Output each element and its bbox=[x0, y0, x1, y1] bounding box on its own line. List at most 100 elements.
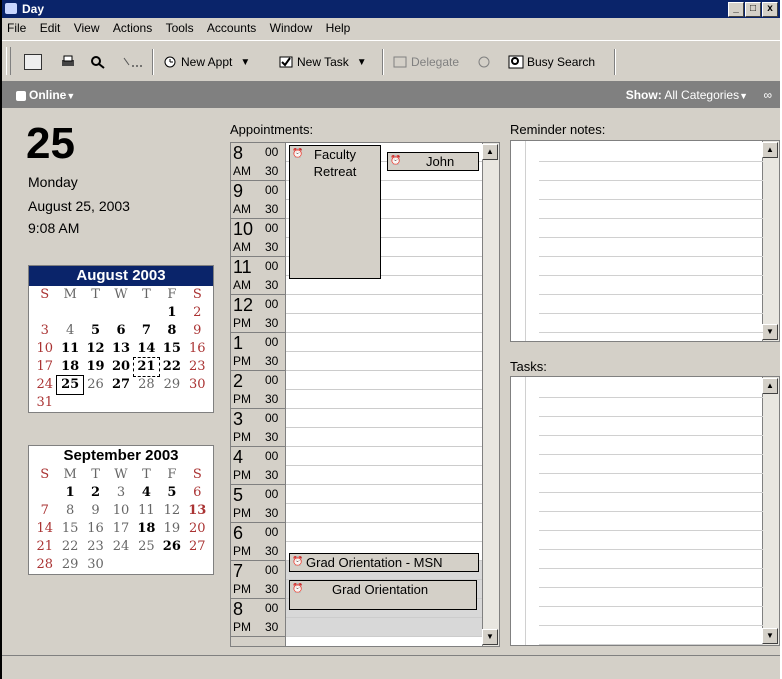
calendar-day[interactable]: 5 bbox=[159, 484, 184, 502]
close-button[interactable]: x bbox=[762, 2, 778, 17]
calendar-day[interactable]: 15 bbox=[159, 340, 184, 358]
menu-view[interactable]: View bbox=[69, 18, 105, 38]
new-task-button[interactable]: New Task ▼ bbox=[278, 51, 367, 73]
calendar-day[interactable]: 21 bbox=[32, 538, 57, 556]
calendar-day[interactable]: 28 bbox=[134, 376, 159, 394]
calendar-day[interactable]: 12 bbox=[159, 502, 184, 520]
calendar-day[interactable]: 28 bbox=[32, 556, 57, 574]
time-slot[interactable] bbox=[286, 371, 483, 390]
time-slot[interactable] bbox=[286, 618, 483, 637]
calendar-day[interactable]: 24 bbox=[32, 376, 57, 394]
calendar-day[interactable]: 19 bbox=[159, 520, 184, 538]
menu-file[interactable]: File bbox=[2, 18, 31, 38]
calendar-day[interactable]: 29 bbox=[57, 556, 82, 574]
menu-window[interactable]: Window bbox=[265, 18, 318, 38]
calendar-day[interactable]: 11 bbox=[57, 340, 82, 358]
calendar-day[interactable]: 23 bbox=[83, 538, 108, 556]
calendar-day[interactable]: 27 bbox=[185, 538, 210, 556]
appointment-faculty-retreat[interactable]: ⏰ Faculty Retreat bbox=[289, 145, 381, 279]
calendar-day[interactable]: 24 bbox=[108, 538, 133, 556]
appointments-scrollbar[interactable]: ▲ ▼ bbox=[482, 143, 499, 646]
calendar-day[interactable]: 7 bbox=[134, 322, 159, 340]
appointment-john[interactable]: ⏰ John bbox=[387, 152, 479, 171]
calendar-day[interactable]: 13 bbox=[185, 502, 210, 520]
calendar-day[interactable]: 13 bbox=[108, 340, 133, 358]
calendar-day[interactable]: 5 bbox=[83, 322, 108, 340]
time-slot[interactable] bbox=[286, 466, 483, 485]
calendar-day[interactable]: 23 bbox=[185, 358, 210, 376]
calendar-day[interactable]: 30 bbox=[83, 556, 108, 574]
toolbar-grip[interactable] bbox=[6, 47, 11, 75]
calendar-day[interactable]: 6 bbox=[185, 484, 210, 502]
show-categories[interactable]: Show: All Categories▼ bbox=[626, 82, 748, 109]
menu-help[interactable]: Help bbox=[321, 18, 356, 38]
scroll-down-icon[interactable]: ▼ bbox=[482, 629, 498, 645]
maximize-button[interactable]: □ bbox=[745, 2, 761, 17]
time-slot[interactable] bbox=[286, 295, 483, 314]
calendar-day[interactable]: 4 bbox=[134, 484, 159, 502]
calendar-day[interactable]: 1 bbox=[57, 484, 82, 502]
new-appt-button[interactable]: New Appt ▼ bbox=[162, 51, 250, 73]
scroll-up-icon[interactable]: ▲ bbox=[762, 142, 778, 158]
time-slot[interactable] bbox=[286, 314, 483, 333]
appointment-grad-orientation[interactable]: ⏰ Grad Orientation bbox=[289, 580, 477, 610]
calendar-day[interactable]: 7 bbox=[32, 502, 57, 520]
calendar-day[interactable]: 9 bbox=[83, 502, 108, 520]
calendar-day[interactable]: 16 bbox=[83, 520, 108, 538]
calendar-day[interactable]: 17 bbox=[108, 520, 133, 538]
calendar-day[interactable]: 14 bbox=[134, 340, 159, 358]
calendar-day[interactable]: 2 bbox=[83, 484, 108, 502]
alarm-button[interactable] bbox=[476, 51, 495, 73]
calendar-day[interactable]: 14 bbox=[32, 520, 57, 538]
calendar-day[interactable]: 25 bbox=[134, 538, 159, 556]
delegate-button[interactable]: Delegate bbox=[392, 51, 459, 73]
calendar-day[interactable]: 8 bbox=[57, 502, 82, 520]
scroll-down-icon[interactable]: ▼ bbox=[762, 628, 778, 644]
menu-actions[interactable]: Actions bbox=[108, 18, 157, 38]
calendar-day[interactable]: 20 bbox=[108, 358, 133, 376]
calendar-view-button[interactable] bbox=[24, 51, 45, 73]
find-people-icon[interactable]: ∞ bbox=[763, 82, 772, 108]
calendar-day[interactable]: 21 bbox=[132, 357, 161, 377]
time-slot[interactable] bbox=[286, 390, 483, 409]
calendar-day[interactable]: 15 bbox=[57, 520, 82, 538]
time-slot[interactable] bbox=[286, 447, 483, 466]
calendar-day[interactable]: 25 bbox=[56, 375, 84, 395]
time-slot[interactable] bbox=[286, 523, 483, 542]
appointment-grad-orientation-msn[interactable]: ⏰ Grad Orientation - MSN bbox=[289, 553, 479, 572]
calendar-day[interactable]: 29 bbox=[159, 376, 184, 394]
calendar-day[interactable]: 10 bbox=[32, 340, 57, 358]
menu-tools[interactable]: Tools bbox=[161, 18, 199, 38]
find-button[interactable] bbox=[90, 51, 109, 73]
online-status[interactable]: Online▼ bbox=[16, 82, 75, 109]
calendar-day[interactable]: 22 bbox=[159, 358, 184, 376]
time-slot[interactable] bbox=[286, 428, 483, 447]
address-button[interactable] bbox=[122, 51, 145, 73]
calendar-day[interactable]: 9 bbox=[185, 322, 210, 340]
new-appt-dropdown-icon[interactable]: ▼ bbox=[240, 57, 250, 68]
calendar-day[interactable]: 22 bbox=[57, 538, 82, 556]
calendar-day[interactable]: 4 bbox=[57, 322, 82, 340]
calendar-day[interactable]: 17 bbox=[32, 358, 57, 376]
calendar-day[interactable]: 16 bbox=[185, 340, 210, 358]
calendar-day[interactable]: 18 bbox=[134, 520, 159, 538]
new-task-dropdown-icon[interactable]: ▼ bbox=[357, 57, 367, 68]
time-slot[interactable] bbox=[286, 409, 483, 428]
scroll-up-icon[interactable]: ▲ bbox=[762, 378, 778, 394]
calendar-day[interactable]: 31 bbox=[32, 394, 57, 412]
print-button[interactable] bbox=[60, 51, 79, 73]
calendar-day[interactable]: 26 bbox=[159, 538, 184, 556]
calendar-day[interactable]: 12 bbox=[83, 340, 108, 358]
calendar-day[interactable]: 6 bbox=[108, 322, 133, 340]
calendar-day[interactable]: 2 bbox=[185, 304, 210, 322]
tasks-list[interactable]: ▲ ▼ bbox=[510, 376, 780, 646]
calendar-day[interactable]: 8 bbox=[159, 322, 184, 340]
reminder-notes-list[interactable]: ▲ ▼ bbox=[510, 140, 780, 342]
calendar-day[interactable]: 3 bbox=[108, 484, 133, 502]
busy-search-button[interactable]: Busy Search bbox=[508, 51, 595, 73]
minimize-button[interactable]: _ bbox=[728, 2, 744, 17]
calendar-day[interactable]: 10 bbox=[108, 502, 133, 520]
time-slot[interactable] bbox=[286, 333, 483, 352]
calendar-day[interactable]: 27 bbox=[108, 376, 133, 394]
calendar-day[interactable]: 3 bbox=[32, 322, 57, 340]
